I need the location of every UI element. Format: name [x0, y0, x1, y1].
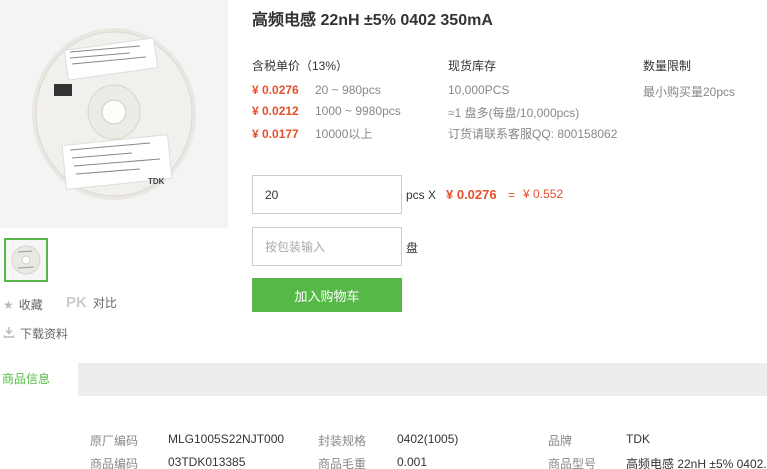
min-order-text: 最小购买量20pcs	[643, 85, 736, 99]
price-tier: ¥ 0.0212 1000 ~ 9980pcs	[252, 104, 401, 118]
pcs-multiplier-label: pcs X	[406, 188, 437, 202]
add-to-cart-button[interactable]: 加入购物车	[252, 278, 402, 312]
compare-label: 对比	[92, 296, 117, 310]
pack-unit-label: 盘	[406, 241, 419, 255]
spec-key: 品牌	[548, 434, 573, 448]
thumbnail-image[interactable]	[4, 238, 48, 282]
download-label: 下载资料	[20, 327, 69, 341]
stock-header: 现货库存	[448, 59, 497, 73]
favorite-button[interactable]: ★ 收藏	[3, 296, 43, 313]
pk-icon: PK	[66, 294, 87, 311]
spec-value: MLG1005S22NJT000	[168, 432, 285, 446]
quantity-input[interactable]	[252, 175, 402, 214]
equals-sign: =	[508, 188, 516, 202]
spec-value: TDK	[626, 432, 650, 446]
tab-product-info[interactable]: 商品信息	[0, 363, 78, 398]
reel-brand-text: TDK	[148, 177, 165, 186]
stock-contact: 订货请联系客服QQ: 800158062	[448, 127, 618, 141]
thumbnail-reel-icon	[11, 245, 41, 275]
product-title: 高频电感 22nH ±5% 0402 350mA	[252, 12, 493, 29]
price-tier: ¥ 0.0177 10000以上	[252, 125, 372, 142]
spec-key: 封装规格	[318, 434, 367, 448]
spec-key: 商品型号	[548, 457, 597, 469]
stock-quantity: 10,000PCS	[448, 83, 510, 97]
tier-price: ¥ 0.0177	[252, 127, 299, 141]
limit-header: 数量限制	[643, 59, 692, 73]
tape-reel-image: TDK	[0, 0, 228, 228]
star-icon: ★	[3, 297, 14, 312]
pack-quantity-input[interactable]	[252, 227, 402, 266]
spec-value: 0.001	[397, 455, 428, 469]
spec-key: 商品编码	[90, 457, 139, 469]
spec-value: 0402(1005)	[397, 432, 459, 446]
spec-key: 商品毛重	[318, 457, 367, 469]
product-image: TDK	[0, 0, 228, 228]
stock-reels: ≈1 盘多(每盘/10,000pcs)	[448, 106, 580, 120]
download-button[interactable]: 下载资料	[3, 325, 68, 342]
tier-price: ¥ 0.0276	[252, 83, 299, 97]
download-icon	[3, 326, 15, 341]
tier-range: 1000 ~ 9980pcs	[315, 104, 401, 118]
total-price: ¥ 0.552	[523, 187, 564, 201]
tier-range: 20 ~ 980pcs	[315, 83, 381, 97]
unit-price: ¥ 0.0276	[446, 187, 497, 202]
tier-range: 10000以上	[315, 127, 373, 141]
spec-value: 03TDK013385	[168, 455, 246, 469]
spec-key: 原厂编码	[90, 434, 139, 448]
tier-price: ¥ 0.0212	[252, 104, 299, 118]
favorite-label: 收藏	[18, 298, 43, 312]
price-header: 含税单价（13%）	[252, 59, 349, 73]
spec-value: 高频电感 22nH ±5% 0402.	[626, 457, 767, 469]
compare-button[interactable]: PK 对比	[66, 294, 117, 311]
price-tier: ¥ 0.0276 20 ~ 980pcs	[252, 83, 381, 97]
detail-tab-bar: 商品信息	[0, 363, 767, 398]
